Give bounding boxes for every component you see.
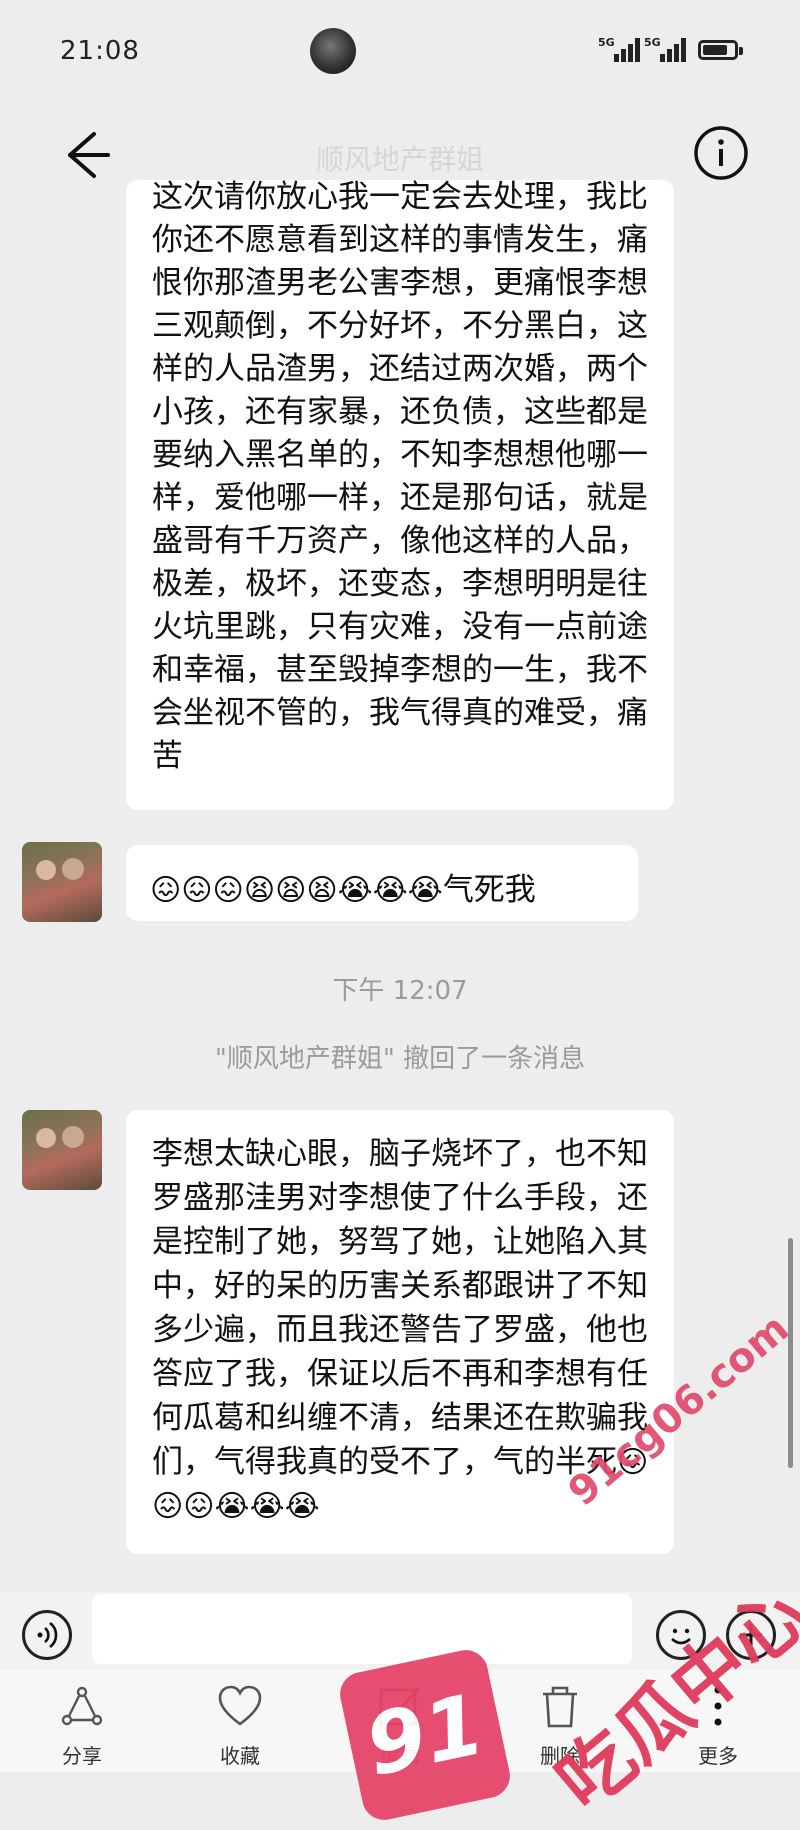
battery-icon [698,40,743,60]
message-timestamp: 下午 12:07 [332,976,468,1006]
signal-icon-2: 5G [644,36,690,62]
message-text: 这次请你放心我一定会去处理，我比你还不愿意看到这样的事情发生，痛恨你那渣男老公害… [152,180,648,774]
heart-icon [218,1685,262,1726]
favorite-label: 收藏 [220,1744,260,1768]
status-time: 21:08 [60,36,140,66]
share-icon [61,1686,103,1726]
watermark-logo: 91 [336,1646,514,1824]
favorite-button[interactable]: 收藏 [180,1670,300,1772]
message-emojis: 😖😖😖😫😫😫😭😭😭 [150,872,443,908]
app-notification-icon [310,28,356,74]
message-text: 气死我 [442,871,536,908]
recall-notice: "顺风地产群姐" 撤回了一条消息 [214,1044,586,1074]
chat-title: 顺风地产群姐 [315,143,484,176]
message-bubble[interactable]: 😖😖😖😫😫😫😭😭😭 气死我 [126,845,638,921]
signal-icon-1: 5G [598,36,644,62]
voice-input-button[interactable] [22,1610,72,1660]
share-label: 分享 [62,1744,102,1768]
avatar[interactable] [22,1110,102,1190]
chat-info-button[interactable] [690,122,752,184]
status-bar: 21:08 5G 5G [0,0,800,100]
message-input[interactable] [92,1594,632,1664]
avatar[interactable] [22,842,102,922]
message-text: 李想太缺心眼，脑子烧坏了，也不知罗盛那洼男对李想使了什么手段，还是控制了她，努驾… [152,1136,648,1480]
voice-icon [37,1621,58,1649]
share-button[interactable]: 分享 [22,1670,142,1772]
info-icon [694,126,748,180]
message-bubble[interactable]: 这次请你放心我一定会去处理，我比你还不愿意看到这样的事情发生，痛恨你那渣男老公害… [126,180,674,810]
scrollbar[interactable] [788,1238,793,1468]
